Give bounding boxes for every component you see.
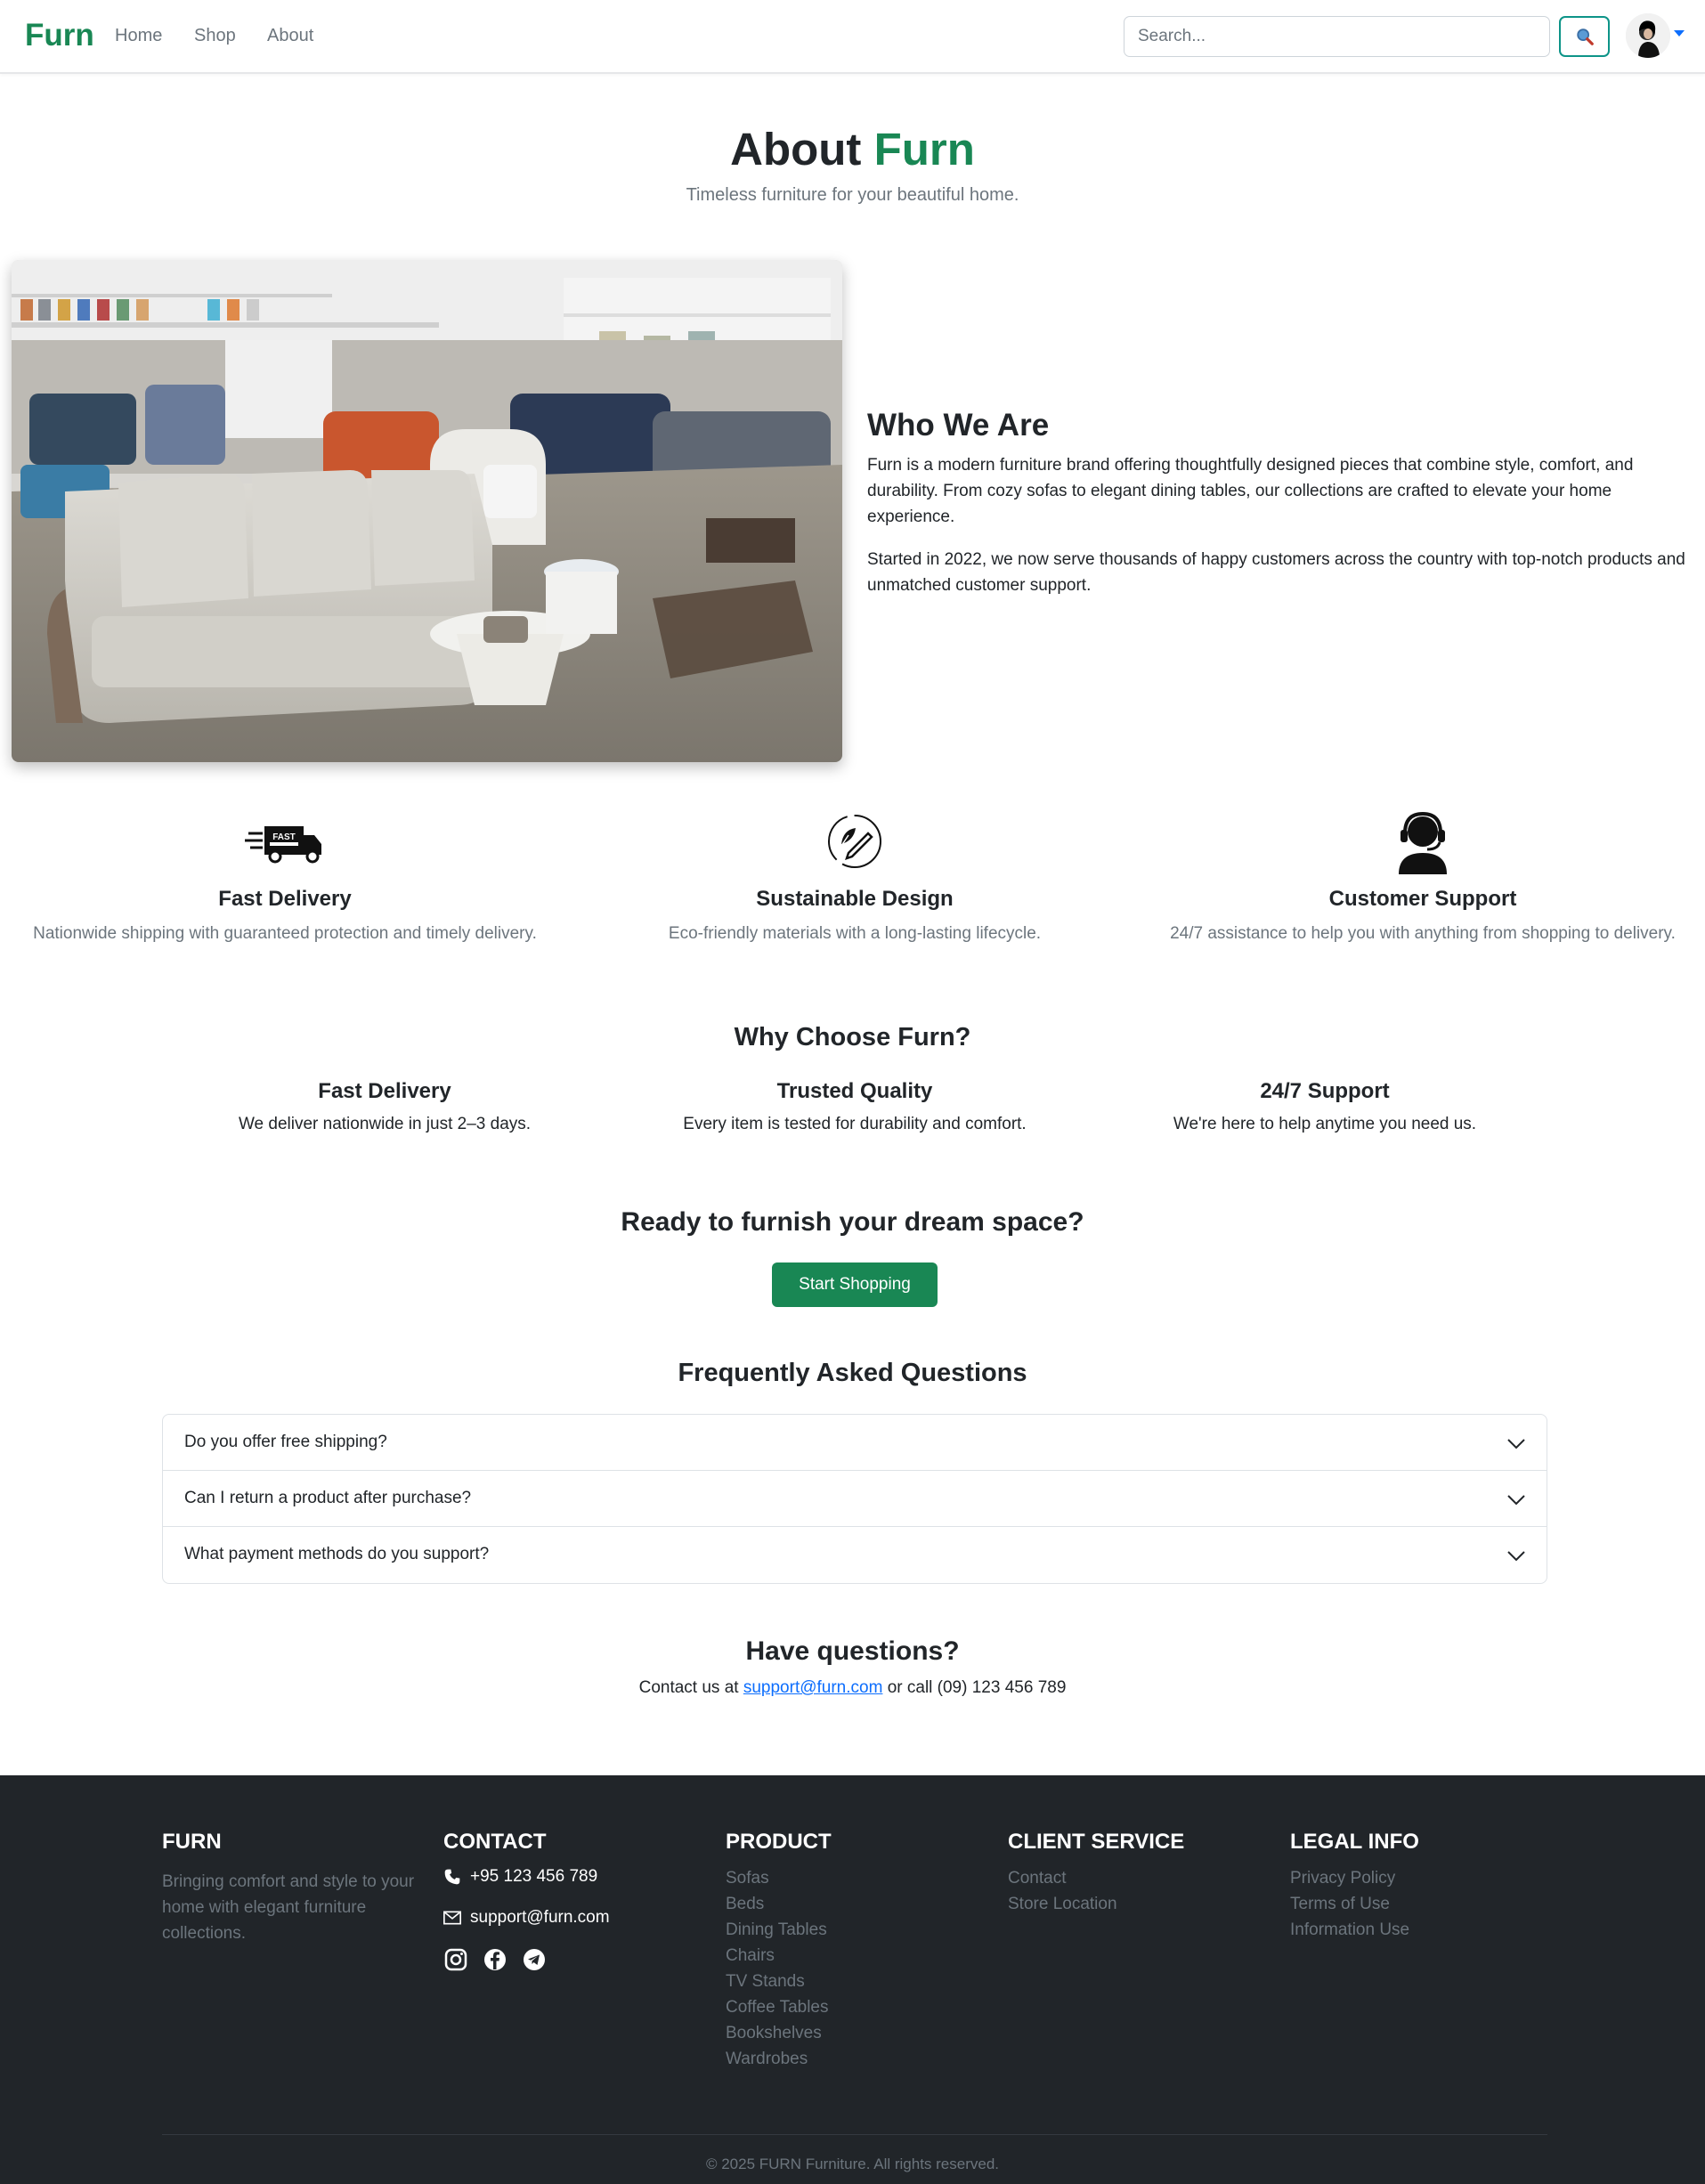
why-item-text: Every item is tested for durability and … [683, 1115, 1027, 1133]
footer-socials [443, 1947, 702, 1972]
feature-title: Fast Delivery [218, 887, 352, 911]
footer-email[interactable]: support@furn.com [443, 1908, 702, 1928]
faq-question[interactable]: Can I return a product after purchase? [184, 1489, 471, 1508]
why-item-text: We deliver nationwide in just 2–3 days. [238, 1115, 532, 1133]
page-title: About Furn [0, 123, 1705, 175]
footer-phone-text: +95 123 456 789 [470, 1867, 598, 1886]
footer-product-list: Sofas Beds Dining Tables Chairs TV Stand… [726, 1865, 984, 2072]
page-subtitle: Timeless furniture for your beautiful ho… [686, 185, 1019, 205]
footer-legal-list: Privacy Policy Terms of Use Information … [1290, 1865, 1548, 1943]
who-we-are-title: Who We Are [867, 408, 1050, 442]
fast-delivery-truck-icon: FAST [245, 826, 321, 864]
faq-question[interactable]: Do you offer free shipping? [184, 1433, 387, 1452]
who-we-are-paragraph-2: Started in 2022, we now serve thousands … [867, 550, 1685, 595]
footer-product-heading: PRODUCT [726, 1830, 832, 1854]
headset-support-icon [1399, 811, 1447, 874]
footer-link-sofas[interactable]: Sofas [726, 1865, 984, 1891]
feature-description: Nationwide shipping with guaranteed prot… [33, 924, 537, 943]
footer-link-tv-stands[interactable]: TV Stands [726, 1969, 984, 1994]
showroom-photo [12, 260, 842, 762]
top-navbar: Furn Home Shop About [0, 0, 1705, 74]
faq-accordion: Do you offer free shipping? Can I return… [162, 1414, 1547, 1584]
why-item-title: 24/7 Support [1260, 1079, 1390, 1103]
footer-brand-description: Bringing comfort and style to your home … [162, 1872, 415, 1943]
truck-badge-text: FAST [272, 832, 296, 842]
furniture-showroom-image [12, 260, 842, 762]
footer-copyright: © 2025 FURN Furniture. All rights reserv… [705, 2156, 1000, 2172]
footer-legal-column: LEGAL INFO Privacy Policy Terms of Use I… [1290, 1830, 1548, 1943]
search-button[interactable] [1559, 16, 1610, 57]
footer-contact-heading: CONTACT [443, 1830, 547, 1854]
who-we-are-paragraph-1: Furn is a modern furniture brand offerin… [867, 456, 1634, 526]
footer-link-beds[interactable]: Beds [726, 1891, 984, 1917]
footer-link-dining-tables[interactable]: Dining Tables [726, 1917, 984, 1943]
footer-link-terms-of-use[interactable]: Terms of Use [1290, 1891, 1548, 1917]
why-choose-title: Why Choose Furn? [734, 1023, 971, 1051]
footer-link-chairs[interactable]: Chairs [726, 1943, 984, 1969]
start-shopping-button[interactable]: Start Shopping [772, 1262, 938, 1307]
faq-question[interactable]: What payment methods do you support? [184, 1545, 489, 1564]
nav-shop-link[interactable]: Shop [194, 26, 236, 46]
footer-product-column: PRODUCT Sofas Beds Dining Tables Chairs … [726, 1830, 984, 2072]
nav-about-link[interactable]: About [267, 26, 313, 46]
footer-link-privacy-policy[interactable]: Privacy Policy [1290, 1865, 1548, 1891]
footer-link-information-use[interactable]: Information Use [1290, 1917, 1548, 1943]
footer-link-wardrobes[interactable]: Wardrobes [726, 2046, 984, 2072]
page-title-accent: Furn [873, 124, 975, 175]
contact-email-link[interactable]: support@furn.com [743, 1678, 883, 1697]
why-item-title: Fast Delivery [318, 1079, 451, 1103]
feature-description: 24/7 assistance to help you with anythin… [1170, 924, 1676, 943]
contact-title: Have questions? [745, 1636, 960, 1666]
feature-title: Sustainable Design [756, 887, 954, 911]
footer-service-column: CLIENT SERVICE Contact Store Location [1008, 1830, 1266, 1917]
footer-phone[interactable]: +95 123 456 789 [443, 1867, 702, 1887]
brand-logo[interactable]: Furn [25, 18, 94, 53]
feature-title: Customer Support [1328, 887, 1517, 911]
caret-down-icon[interactable] [1674, 30, 1685, 37]
faq-item[interactable]: Can I return a product after purchase? [163, 1471, 1547, 1527]
telegram-icon[interactable] [522, 1947, 547, 1972]
envelope-icon [443, 1911, 461, 1925]
footer-service-heading: CLIENT SERVICE [1008, 1830, 1185, 1854]
faq-title: Frequently Asked Questions [678, 1359, 1027, 1387]
footer-email-text: support@furn.com [470, 1908, 610, 1927]
search-icon [1576, 28, 1594, 45]
page-title-main: About [730, 124, 862, 175]
footer-contact-column: CONTACT +95 123 456 789 support@furn.com [443, 1830, 702, 1972]
faq-item[interactable]: Do you offer free shipping? [163, 1415, 1547, 1471]
nav-home-link[interactable]: Home [115, 26, 162, 46]
user-avatar-image [1626, 13, 1670, 58]
eco-leaf-pencil-icon [828, 815, 881, 868]
user-avatar[interactable] [1626, 13, 1670, 58]
cta-title: Ready to furnish your dream space? [621, 1207, 1084, 1237]
footer-link-coffee-tables[interactable]: Coffee Tables [726, 1994, 984, 2020]
footer-service-list: Contact Store Location [1008, 1865, 1266, 1917]
footer-brand-column: FURN Bringing comfort and style to your … [162, 1830, 420, 1946]
faq-item[interactable]: What payment methods do you support? [163, 1527, 1547, 1583]
chevron-down-icon[interactable] [1506, 1489, 1527, 1510]
chevron-down-icon[interactable] [1506, 1545, 1527, 1566]
footer-brand-heading: FURN [162, 1830, 222, 1854]
contact-line: Contact us at support@furn.com or call (… [0, 1678, 1705, 1698]
why-item-text: We're here to help anytime you need us. [1173, 1115, 1477, 1133]
footer-link-contact[interactable]: Contact [1008, 1865, 1266, 1891]
footer-link-store-location[interactable]: Store Location [1008, 1891, 1266, 1917]
footer-legal-heading: LEGAL INFO [1290, 1830, 1419, 1854]
chevron-down-icon[interactable] [1506, 1433, 1527, 1454]
feature-description: Eco-friendly materials with a long-lasti… [668, 924, 1042, 943]
why-item-title: Trusted Quality [776, 1079, 933, 1103]
phone-icon [444, 1869, 460, 1885]
facebook-icon[interactable] [483, 1947, 507, 1972]
footer-link-bookshelves[interactable]: Bookshelves [726, 2020, 984, 2046]
contact-suffix: or call (09) 123 456 789 [882, 1678, 1067, 1697]
contact-prefix: Contact us at [638, 1678, 743, 1697]
instagram-icon[interactable] [443, 1947, 468, 1972]
footer-divider [162, 2134, 1547, 2135]
search-input[interactable] [1124, 16, 1550, 57]
